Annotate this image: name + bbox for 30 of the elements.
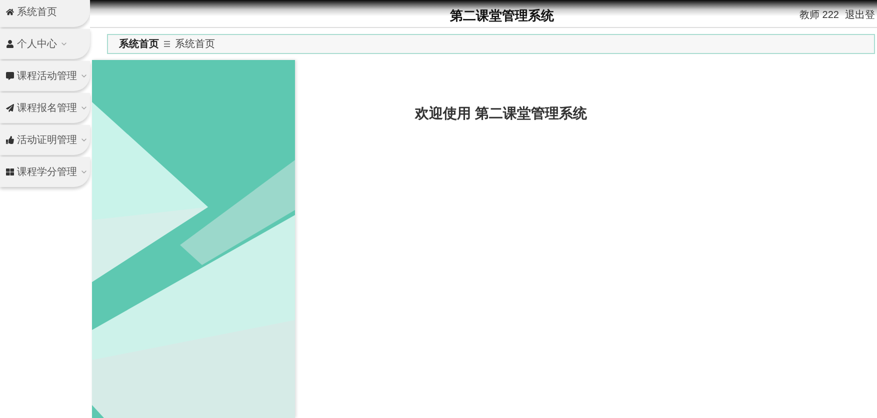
thumbs-up-icon	[6, 136, 14, 144]
sidebar-label: 课程报名管理	[17, 102, 77, 116]
user-name: 教师 222	[800, 9, 839, 23]
app-title: 第二课堂管理系统	[450, 7, 554, 25]
sidebar-label: 课程活动管理	[17, 70, 77, 84]
breadcrumb-item[interactable]: 系统首页	[119, 36, 159, 52]
welcome-heading: 欢迎使用 第二课堂管理系统	[415, 105, 587, 121]
sidebar-item[interactable]: 课程活动管理	[0, 61, 90, 91]
sidebar-item[interactable]: 个人中心	[0, 29, 90, 59]
breadcrumb-item: 系统首页	[175, 38, 215, 52]
sidebar-item[interactable]: 课程学分管理	[0, 157, 90, 187]
chevron-icon	[60, 40, 68, 48]
separator-icon	[164, 41, 170, 47]
sidebar-item[interactable]: 系统首页	[0, 0, 90, 27]
grid-icon	[6, 168, 14, 176]
chevron-icon	[80, 72, 88, 80]
home-icon	[6, 8, 14, 16]
chevron-icon	[80, 136, 88, 144]
sidebar-label: 系统首页	[17, 6, 57, 20]
sidebar-label: 课程学分管理	[17, 166, 77, 180]
chevron-icon	[80, 104, 88, 112]
user-icon	[6, 40, 14, 48]
paper-plane-icon	[6, 104, 14, 112]
sidebar-label: 个人中心	[17, 38, 57, 52]
sidebar-label: 活动证明管理	[17, 134, 77, 148]
chevron-icon	[80, 168, 88, 176]
chat-icon	[6, 72, 14, 80]
sidebar-item[interactable]: 课程报名管理	[0, 93, 90, 123]
logout-link[interactable]: 退出登	[845, 8, 875, 23]
sidebar-item[interactable]: 活动证明管理	[0, 125, 90, 155]
